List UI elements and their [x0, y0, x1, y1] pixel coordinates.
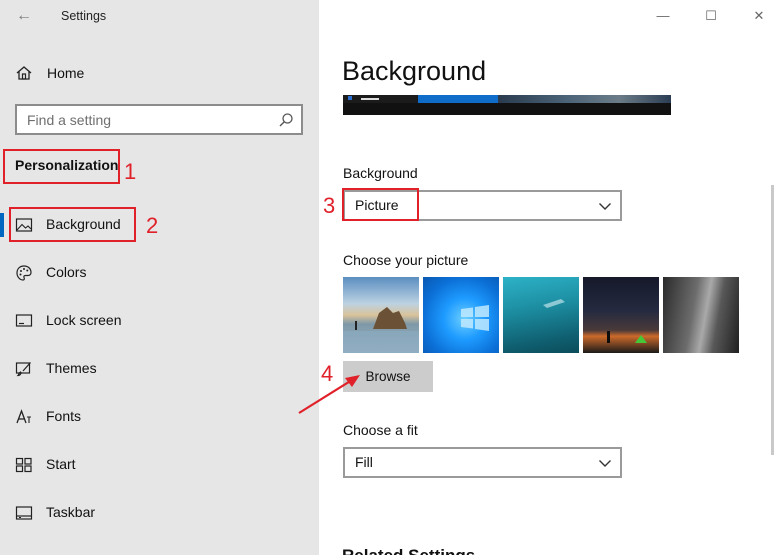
sidebar-item-fonts[interactable]: Fonts — [0, 398, 319, 436]
sidebar-item-label: Lock screen — [46, 312, 122, 328]
annotation-number-3: 3 — [323, 193, 336, 218]
sidebar-item-start[interactable]: Start — [0, 446, 319, 484]
preview-taskbar — [343, 95, 418, 103]
sidebar-item-label: Themes — [46, 360, 97, 376]
sidebar-item-colors[interactable]: Colors — [0, 254, 319, 292]
choose-fit-label: Choose a fit — [343, 422, 418, 438]
sidebar: ← Settings Home Personalization Backgrou… — [0, 0, 319, 555]
app-title: Settings — [61, 9, 107, 23]
preview-window-blue — [418, 95, 498, 103]
picture-thumbnail-beach[interactable] — [343, 277, 419, 353]
preview-window-line — [361, 98, 379, 100]
sidebar-item-label: Taskbar — [46, 504, 96, 520]
font-icon — [16, 409, 31, 424]
picture-thumbnail-windows[interactable] — [423, 277, 499, 353]
lock-screen-icon — [15, 314, 33, 327]
selection-indicator — [0, 213, 4, 237]
taskbar-icon — [15, 506, 33, 520]
sidebar-item-label: Colors — [46, 264, 87, 280]
close-icon[interactable]: ✕ — [747, 5, 771, 27]
picture-thumbnail-cliff[interactable] — [663, 277, 739, 353]
search-input[interactable] — [27, 111, 267, 129]
annotation-arrow — [298, 375, 360, 414]
related-settings-heading: Related Settings — [342, 546, 475, 555]
brush-icon — [15, 362, 31, 377]
scrollbar[interactable] — [771, 185, 774, 455]
home-link[interactable]: Home — [47, 65, 84, 81]
desktop-preview — [343, 95, 671, 115]
preview-wallpaper — [498, 95, 671, 103]
home-icon — [16, 66, 32, 80]
chevron-down-icon — [599, 203, 611, 210]
minimize-icon[interactable]: — — [651, 5, 675, 27]
search-icon[interactable] — [278, 112, 294, 128]
chevron-down-icon — [599, 460, 611, 467]
fit-dropdown-value: Fill — [355, 454, 373, 470]
annotation-box-picture — [342, 188, 419, 221]
annotation-box-personalization — [3, 149, 120, 184]
sidebar-item-label: Fonts — [46, 408, 82, 424]
windows-logo-shape — [461, 305, 489, 331]
tent-shape — [607, 331, 647, 343]
sidebar-item-label: Start — [46, 456, 76, 472]
swimmer-shape — [543, 299, 565, 308]
preview-start-icon — [348, 96, 352, 100]
palette-icon — [16, 265, 32, 281]
back-arrow-icon[interactable]: ← — [13, 6, 35, 26]
annotation-box-background — [9, 207, 136, 242]
sidebar-item-taskbar[interactable]: Taskbar — [0, 494, 319, 532]
annotation-number-2: 2 — [146, 213, 159, 238]
annotation-number-1: 1 — [124, 159, 137, 184]
maximize-icon[interactable]: ☐ — [699, 5, 723, 27]
picture-thumbnail-night-sky[interactable] — [583, 277, 659, 353]
picture-thumbnail-underwater[interactable] — [503, 277, 579, 353]
sidebar-item-themes[interactable]: Themes — [0, 350, 319, 388]
fit-dropdown[interactable]: Fill — [343, 447, 622, 478]
choose-picture-label: Choose your picture — [343, 252, 469, 268]
start-grid-icon — [15, 457, 32, 473]
sidebar-item-lock-screen[interactable]: Lock screen — [0, 302, 319, 340]
search-box[interactable] — [15, 104, 303, 135]
beach-rock-shape — [343, 307, 419, 353]
background-label: Background — [343, 165, 418, 181]
page-title: Background — [342, 56, 487, 86]
